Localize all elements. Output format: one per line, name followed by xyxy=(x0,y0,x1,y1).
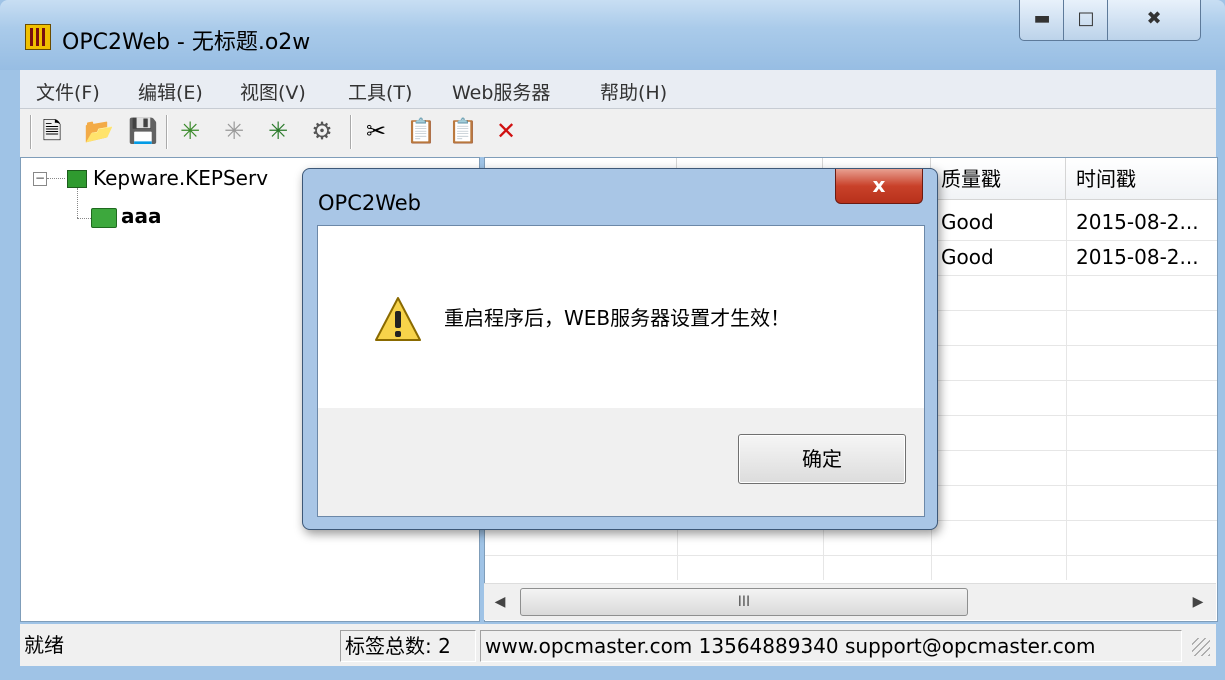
window-title: OPC2Web - 无标题.o2w xyxy=(62,30,311,55)
cell-timestamp[interactable]: 2015-08-2... xyxy=(1066,210,1199,234)
tree-item-server[interactable]: Kepware.KEPServ xyxy=(93,166,268,190)
menu-bar: 文件(F) 编辑(E) 视图(V) 工具(T) Web服务器 帮助(H) xyxy=(20,70,1216,109)
dialog-close-button[interactable]: x xyxy=(835,169,923,204)
add-item-icon[interactable]: ✳ xyxy=(264,117,292,145)
scroll-thumb[interactable]: III xyxy=(520,588,968,616)
properties-icon[interactable]: ⚙ xyxy=(308,117,336,145)
scroll-right-icon[interactable]: ▶ xyxy=(1186,590,1210,614)
minimize-button[interactable]: ▬ xyxy=(1019,0,1065,41)
dialog-body: 重启程序后，WEB服务器设置才生效！ 确定 xyxy=(317,225,925,517)
add-server-icon[interactable]: ✳ xyxy=(176,117,204,145)
dialog-footer: 确定 xyxy=(318,408,924,516)
tree-connector xyxy=(47,178,65,179)
new-file-icon[interactable]: 🗎 xyxy=(38,117,66,145)
dialog-title: OPC2Web xyxy=(318,191,422,215)
close-button[interactable]: ✖ xyxy=(1107,0,1201,41)
tree-connector xyxy=(77,188,78,218)
server-icon xyxy=(67,170,87,188)
toolbar-separator xyxy=(166,115,168,149)
status-tag-count: 标签总数: 2 xyxy=(340,630,476,662)
toolbar-separator xyxy=(30,115,32,149)
column-header-timestamp[interactable]: 时间戳 xyxy=(1066,158,1217,200)
title-bar: OPC2Web - 无标题.o2w ▬ □ ✖ xyxy=(0,0,1225,70)
scroll-left-icon[interactable]: ◀ xyxy=(488,590,512,614)
horizontal-scrollbar[interactable]: ◀ III ▶ xyxy=(484,583,1216,620)
cell-quality[interactable]: Good xyxy=(931,245,994,269)
paste-icon[interactable]: 📋 xyxy=(448,117,478,145)
maximize-button[interactable]: □ xyxy=(1063,0,1109,41)
message-dialog: OPC2Web x 重启程序后，WEB服务器设置才生效！ 确定 xyxy=(302,168,938,530)
cell-timestamp[interactable]: 2015-08-2... xyxy=(1066,245,1199,269)
status-ready: 就绪 xyxy=(24,633,64,657)
column-header-quality[interactable]: 质量戳 xyxy=(931,158,1066,200)
menu-view[interactable]: 视图(V) xyxy=(240,78,306,105)
menu-file[interactable]: 文件(F) xyxy=(36,78,100,105)
status-contact: www.opcmaster.com 13564889340 support@op… xyxy=(480,630,1182,662)
cut-icon[interactable]: ✂ xyxy=(362,117,390,145)
menu-edit[interactable]: 编辑(E) xyxy=(138,78,203,105)
grid-line xyxy=(485,555,1217,556)
save-icon[interactable]: 💾 xyxy=(128,117,158,145)
add-group-icon[interactable]: ✳ xyxy=(220,117,248,145)
menu-help[interactable]: 帮助(H) xyxy=(600,78,667,105)
cell-quality[interactable]: Good xyxy=(931,210,994,234)
tree-connector xyxy=(77,218,91,219)
menu-tools[interactable]: 工具(T) xyxy=(348,78,412,105)
toolbar-separator xyxy=(350,115,352,149)
menu-web-server[interactable]: Web服务器 xyxy=(452,78,550,105)
delete-icon[interactable]: ✕ xyxy=(492,117,520,145)
status-bar: 就绪 标签总数: 2 www.opcmaster.com 13564889340… xyxy=(20,624,1216,666)
tree-expander-icon[interactable]: − xyxy=(33,172,47,186)
toolbar: 🗎 📂 💾 ✳ ✳ ✳ ⚙ ✂ 📋 📋 ✕ xyxy=(20,109,1216,157)
dialog-message: 重启程序后，WEB服务器设置才生效！ xyxy=(444,306,791,330)
copy-icon[interactable]: 📋 xyxy=(406,117,436,145)
app-icon[interactable] xyxy=(25,24,51,50)
open-folder-icon[interactable]: 📂 xyxy=(84,117,114,145)
tree-item-group[interactable]: aaa xyxy=(121,204,162,228)
ok-button[interactable]: 确定 xyxy=(738,434,906,484)
folder-icon xyxy=(91,208,117,228)
resize-grip-icon[interactable] xyxy=(1192,638,1210,656)
warning-icon xyxy=(375,297,421,341)
